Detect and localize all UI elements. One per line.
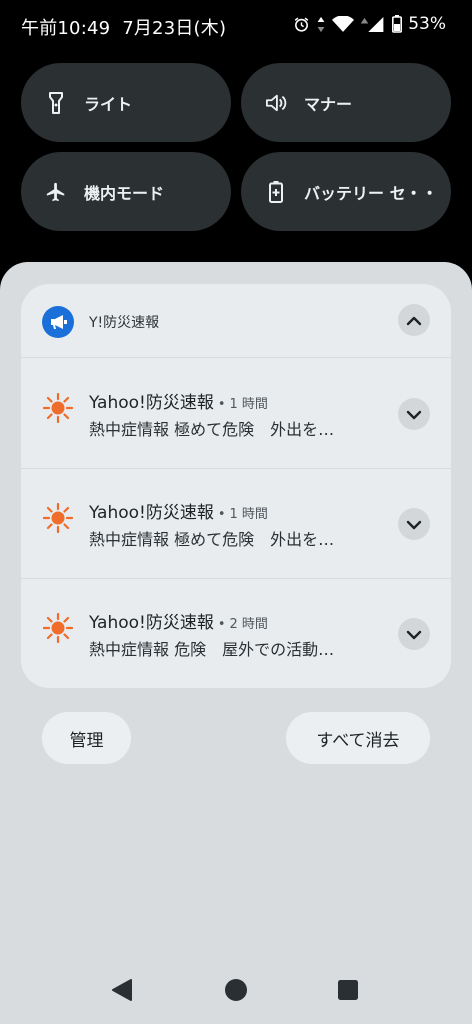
- status-bar: 午前10:49 7月23日(木) 53%: [0, 0, 472, 52]
- separator-dot: •: [217, 617, 226, 632]
- qs-tile-sound[interactable]: マナー: [241, 63, 451, 142]
- battery-percentage: 53%: [408, 14, 446, 34]
- clear-all-button-label: すべて消去: [316, 730, 400, 751]
- battery-icon: [392, 15, 403, 33]
- chevron-down-icon: [406, 625, 422, 644]
- battery-saver-icon: [265, 180, 287, 203]
- separator-dot: •: [217, 397, 226, 412]
- collapse-group-button[interactable]: [398, 304, 430, 336]
- chevron-down-icon: [406, 405, 422, 424]
- cellular-icon: [360, 16, 386, 33]
- qs-tile-flashlight[interactable]: ライト: [21, 63, 231, 142]
- sun-icon: [42, 392, 74, 424]
- navigation-bar: [0, 960, 472, 1024]
- recents-square-icon: [337, 979, 359, 1005]
- chevron-up-icon: [406, 311, 422, 330]
- notification-text: 熱中症情報 極めて危険 外出を…: [89, 530, 335, 549]
- sun-icon: [42, 502, 74, 534]
- notification-text: 熱中症情報 危険 屋外での活動…: [89, 640, 335, 659]
- back-triangle-icon: [111, 978, 133, 1006]
- notification-item[interactable]: Yahoo!防災速報 • 1 時間 熱中症情報 極めて危険 外出を…: [21, 358, 451, 468]
- notification-group-card[interactable]: Y!防災速報 Yahoo!防災速報 • 1 時間 熱中症情報 極めて危険 外出を…: [21, 284, 451, 688]
- notification-title-line: Yahoo!防災速報 • 1 時間: [89, 388, 268, 413]
- airplane-icon: [45, 181, 67, 203]
- notification-item[interactable]: Yahoo!防災速報 • 1 時間 熱中症情報 極めて危険 外出を…: [21, 468, 451, 578]
- data-arrows-icon: [316, 16, 326, 33]
- notification-group-header[interactable]: Y!防災速報: [21, 284, 451, 357]
- notification-item[interactable]: Yahoo!防災速報 • 2 時間 熱中症情報 危険 屋外での活動…: [21, 578, 451, 688]
- status-date: 7月23日(木): [122, 18, 227, 39]
- recents-button[interactable]: [333, 977, 363, 1007]
- home-circle-icon: [224, 978, 248, 1006]
- qs-tile-battery-saver[interactable]: バッテリー セ・・: [241, 152, 451, 231]
- notification-shade-screen: 午前10:49 7月23日(木) 53% ライト マナー 機内モード バッテリー…: [0, 0, 472, 1024]
- qs-tile-label: ライト: [84, 94, 133, 114]
- megaphone-icon: [42, 306, 74, 338]
- notification-title: Yahoo!防災速報: [89, 503, 214, 523]
- notification-title: Yahoo!防災速報: [89, 393, 214, 413]
- status-clock: 午前10:49 7月23日(木): [21, 14, 226, 40]
- status-time: 午前10:49: [21, 18, 111, 39]
- separator-dot: •: [217, 507, 226, 522]
- notification-title-line: Yahoo!防災速報 • 2 時間: [89, 608, 268, 633]
- expand-notification-button[interactable]: [398, 398, 430, 430]
- manage-button-label: 管理: [69, 730, 104, 751]
- notification-text: 熱中症情報 極めて危険 外出を…: [89, 420, 335, 439]
- qs-tile-label: マナー: [304, 94, 353, 114]
- wifi-icon: [332, 15, 355, 33]
- sun-icon: [42, 612, 74, 644]
- notification-title: Yahoo!防災速報: [89, 613, 214, 633]
- notification-time: 2 時間: [229, 617, 268, 632]
- manage-button[interactable]: 管理: [42, 712, 131, 764]
- chevron-down-icon: [406, 515, 422, 534]
- flashlight-icon: [45, 91, 67, 114]
- expand-notification-button[interactable]: [398, 618, 430, 650]
- notification-app-name: Y!防災速報: [89, 315, 160, 331]
- clear-all-button[interactable]: すべて消去: [286, 712, 430, 764]
- qs-tile-label: 機内モード: [84, 183, 165, 203]
- back-button[interactable]: [106, 978, 138, 1006]
- status-icons: 53%: [293, 14, 446, 34]
- home-button[interactable]: [220, 976, 252, 1008]
- qs-tile-label: バッテリー セ・・: [304, 183, 438, 203]
- notification-time: 1 時間: [229, 507, 268, 522]
- expand-notification-button[interactable]: [398, 508, 430, 540]
- notification-title-line: Yahoo!防災速報 • 1 時間: [89, 498, 268, 523]
- notification-time: 1 時間: [229, 397, 268, 412]
- alarm-icon: [293, 16, 310, 33]
- volume-icon: [265, 92, 287, 114]
- qs-tile-airplane-mode[interactable]: 機内モード: [21, 152, 231, 231]
